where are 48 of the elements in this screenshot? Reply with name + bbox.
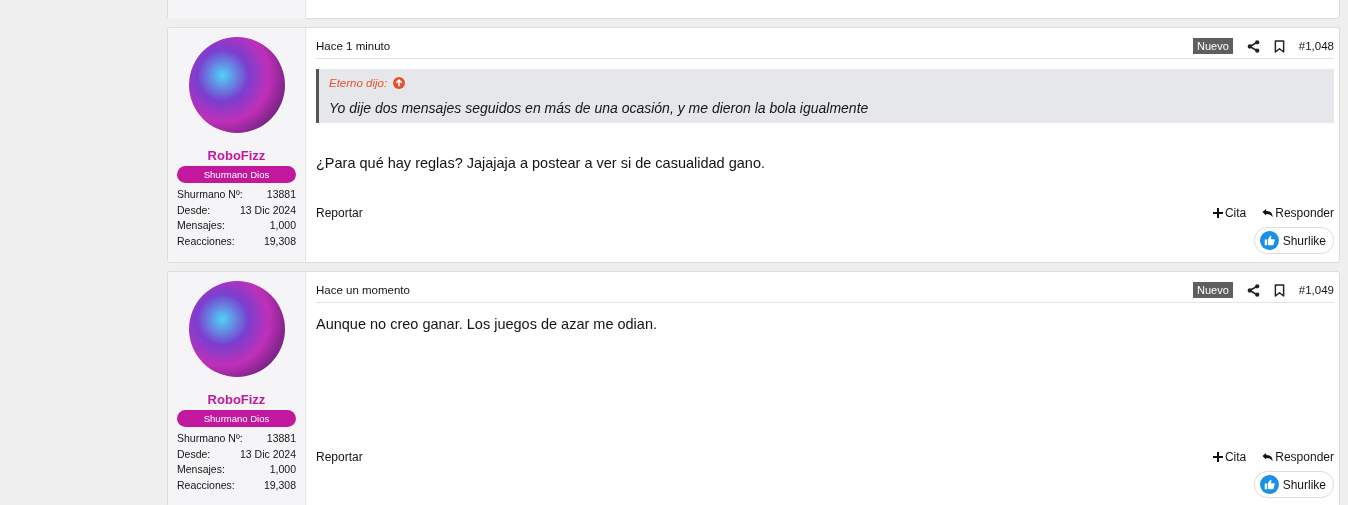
stat-value: 1,000 (269, 218, 296, 233)
user-rank-badge: Shurmano Dios (177, 166, 296, 183)
plus-icon (1212, 208, 1223, 218)
quote-text: Yo dije dos mensajes seguidos en más de una ocasión, y me dieron la bola igualmente (329, 100, 870, 116)
stat-label: Shurmano Nº: (177, 187, 243, 202)
user-rank-badge: Shurmano Dios (177, 410, 296, 427)
thumbs-up-icon (1259, 231, 1279, 250)
stat-value: 19,308 (263, 233, 296, 249)
stat-value: 13881 (266, 431, 296, 446)
new-badge: Nuevo (1193, 38, 1233, 54)
report-link[interactable]: Reportar (316, 206, 363, 220)
username-link[interactable]: RoboFizz (207, 148, 266, 163)
stat-value: 19,308 (263, 477, 296, 493)
stat-value: 1,000 (269, 462, 296, 477)
post-number-link[interactable]: #1,048 (1298, 40, 1334, 52)
post-body-text: Aunque no creo ganar. Los juegos de azar me odian. (316, 316, 658, 332)
stat-label: Mensajes: (177, 218, 225, 233)
reply-arrow-icon (1262, 452, 1274, 462)
share-icon[interactable] (1246, 39, 1260, 53)
stat-value: 13 Dic 2024 (239, 446, 296, 462)
quote-link[interactable]: Cita (1212, 206, 1247, 220)
bookmark-icon[interactable] (1273, 283, 1285, 297)
new-badge: Nuevo (1193, 282, 1233, 298)
report-link[interactable]: Reportar (316, 450, 363, 464)
username-link[interactable]: RoboFizz (207, 392, 266, 407)
stat-label: Reacciones: (177, 233, 235, 249)
stat-label: Desde: (177, 446, 211, 462)
stat-label: Reacciones: (177, 477, 235, 493)
post-number-link[interactable]: #1,049 (1298, 284, 1334, 296)
reply-link[interactable]: Responder (1262, 450, 1334, 464)
thumbs-up-icon (1259, 475, 1279, 494)
like-button[interactable]: Shurlike (1253, 227, 1334, 254)
bookmark-icon[interactable] (1273, 39, 1285, 53)
stat-label: Mensajes: (177, 462, 225, 477)
quote-link[interactable]: Cita (1212, 450, 1247, 464)
reply-link[interactable]: Responder (1262, 206, 1334, 220)
post-time-link[interactable]: Hace un momento (316, 284, 410, 296)
stat-value: 13881 (266, 187, 296, 202)
post-time-link[interactable]: Hace 1 minuto (316, 40, 391, 52)
reply-arrow-icon (1262, 208, 1274, 218)
arrow-up-icon[interactable] (393, 77, 406, 89)
like-button[interactable]: Shurlike (1253, 471, 1334, 498)
stat-label: Desde: (177, 202, 211, 218)
share-icon[interactable] (1246, 283, 1260, 297)
stat-value: 13 Dic 2024 (239, 202, 296, 218)
post-body-text: ¿Para qué hay reglas? Jajajaja a postear a ver si de casualidad gano. (316, 155, 766, 171)
stat-label: Shurmano Nº: (177, 431, 243, 446)
plus-icon (1212, 452, 1223, 462)
